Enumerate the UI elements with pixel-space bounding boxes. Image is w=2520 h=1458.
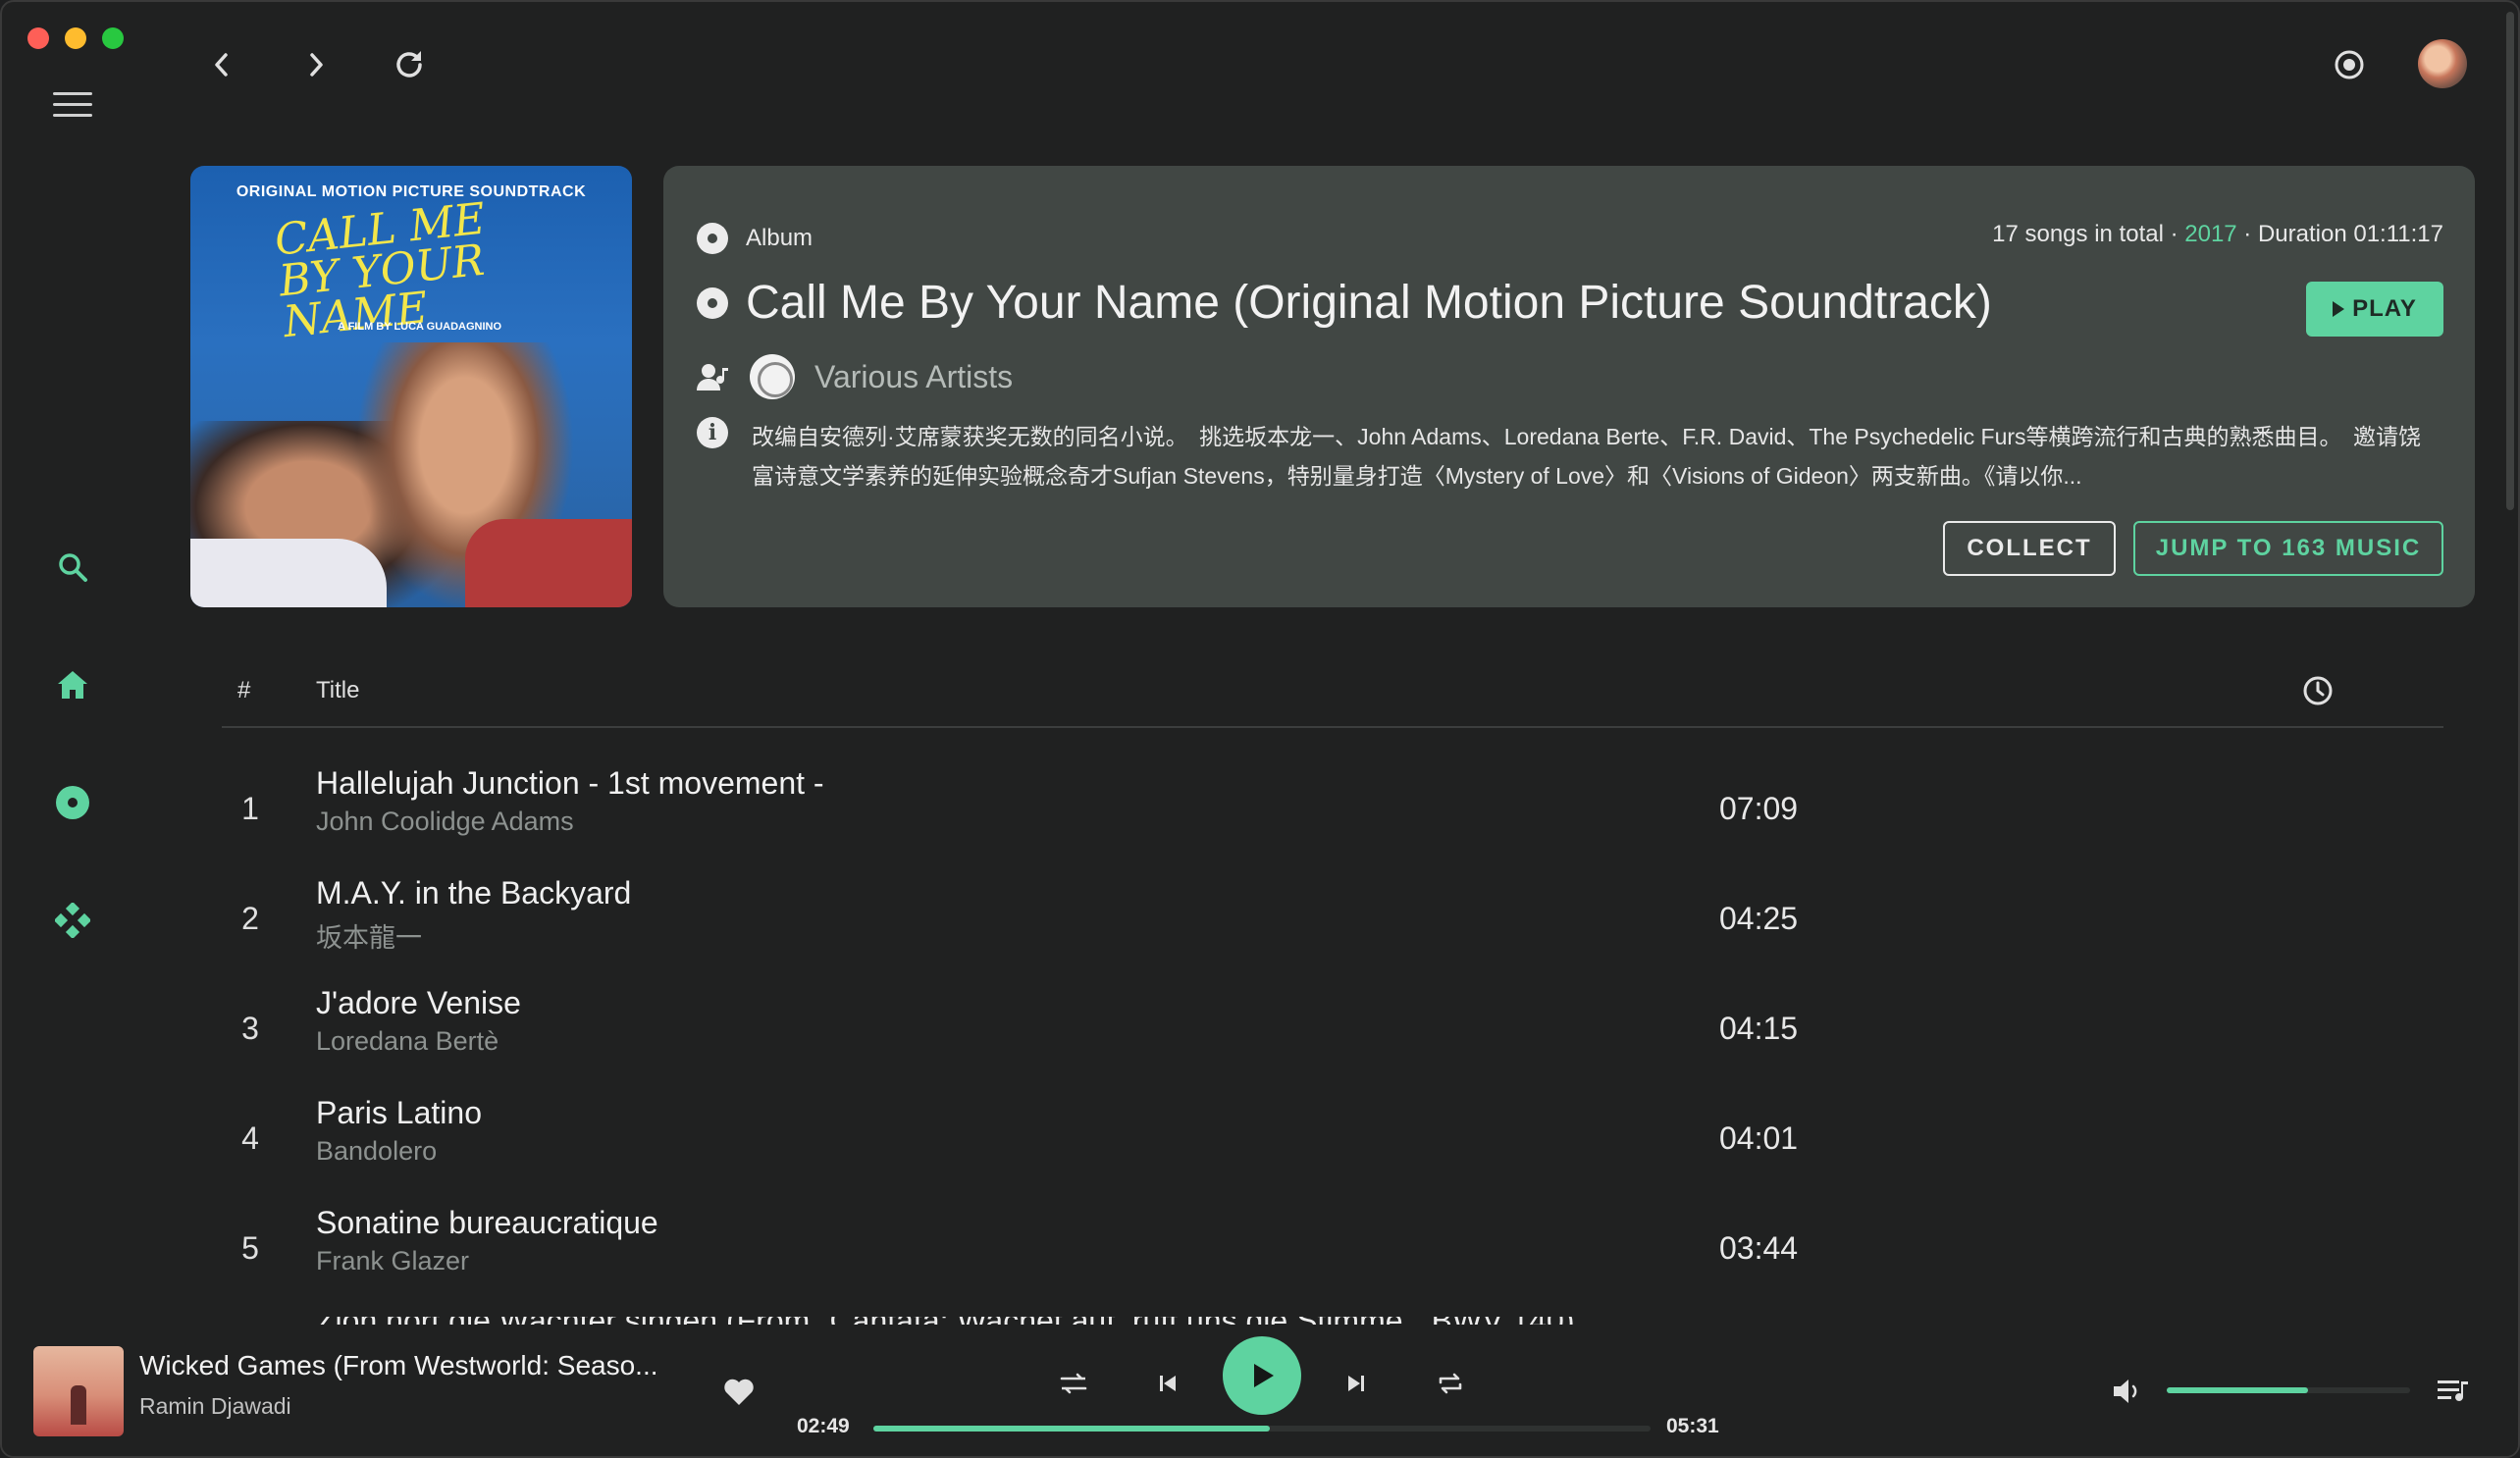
heart-icon[interactable] [722, 1376, 756, 1409]
track-number: 3 [241, 1011, 259, 1046]
track-title[interactable]: J'adore Venise [316, 985, 521, 1021]
description-row: i 改编自安德列·艾席蒙获奖无数的同名小说。 挑选坂本龙一、John Adams… [697, 417, 2443, 495]
album-year: 2017 [2184, 221, 2237, 247]
app-window: ORIGINAL MOTION PICTURE SOUNDTRACK CALL … [0, 0, 2520, 1458]
track-title[interactable]: Hallelujah Junction - 1st movement - [316, 765, 824, 802]
play-album-button[interactable]: PLAY [2306, 282, 2443, 337]
track-artist[interactable]: Bandolero [316, 1136, 437, 1167]
now-playing-cover[interactable] [33, 1346, 124, 1436]
track-number: 4 [241, 1120, 259, 1156]
jump-to-163-button[interactable]: JUMP TO 163 MUSIC [2133, 521, 2443, 576]
cover-credit-text: A FILM BY LUCA GUADAGNINO [338, 321, 502, 333]
track-duration: 07:09 [1719, 791, 1799, 826]
progress-bar[interactable] [873, 1426, 1651, 1432]
album-meta: 17 songs in total · 2017 · Duration 01:1… [1992, 221, 2443, 248]
clock-icon [2303, 676, 2333, 705]
artist-name[interactable]: Various Artists [814, 359, 1013, 395]
track-artist[interactable]: 坂本龍一 [316, 916, 422, 955]
window-controls [27, 27, 124, 49]
track-title[interactable]: M.A.Y. in the Backyard [316, 875, 631, 911]
reload-icon[interactable] [390, 45, 429, 84]
play-pause-button[interactable] [1223, 1336, 1301, 1415]
cover-top-text: ORIGINAL MOTION PICTURE SOUNDTRACK [236, 183, 587, 200]
track-row[interactable]: 1 Hallelujah Junction - 1st movement - J… [222, 761, 1831, 859]
menu-icon[interactable] [53, 92, 92, 120]
now-playing-artist[interactable]: Ramin Djawadi [139, 1393, 291, 1420]
now-playing-title[interactable]: Wicked Games (From Westworld: Seaso... [139, 1350, 658, 1381]
total-time: 05:31 [1666, 1415, 1719, 1437]
settings-icon[interactable] [2330, 45, 2369, 84]
title-disc-icon [697, 286, 728, 319]
forward-icon[interactable] [296, 45, 336, 84]
track-artist[interactable]: Loredana Bertè [316, 1026, 499, 1057]
maximize-window-button[interactable] [102, 27, 124, 49]
close-window-button[interactable] [27, 27, 49, 49]
player-bar: Wicked Games (From Westworld: Seaso... R… [2, 1325, 2518, 1456]
track-row[interactable]: 2 M.A.Y. in the Backyard 坂本龍一 04:25 [222, 871, 1831, 969]
track-row[interactable]: 4 Paris Latino Bandolero 04:01 [222, 1091, 1831, 1189]
play-icon [1254, 1364, 1274, 1387]
user-avatar[interactable] [2418, 39, 2467, 88]
repeat-icon[interactable] [1431, 1364, 1470, 1403]
collect-button[interactable]: COLLECT [1943, 521, 2116, 576]
album-info-card: Album 17 songs in total · 2017 · Duratio… [663, 166, 2475, 607]
play-label: PLAY [2352, 295, 2417, 322]
album-duration: · Duration 01:11:17 [2236, 221, 2443, 247]
album-disc-icon [697, 223, 728, 254]
header-title: Title [316, 677, 360, 703]
scrollbar[interactable] [2506, 12, 2514, 510]
info-icon: i [697, 417, 728, 448]
track-row[interactable]: 5 Sonatine bureaucratique Frank Glazer 0… [222, 1201, 1831, 1299]
back-icon[interactable] [202, 45, 241, 84]
track-artist[interactable]: Frank Glazer [316, 1246, 469, 1276]
current-time: 02:49 [797, 1415, 850, 1437]
track-duration: 04:25 [1719, 901, 1799, 936]
track-row[interactable]: 3 J'adore Venise Loredana Bertè 04:15 [222, 981, 1831, 1079]
track-number: 2 [241, 901, 259, 936]
album-title-row: Call Me By Your Name (Original Motion Pi… [697, 276, 1992, 330]
track-title[interactable]: Sonatine bureaucratique [316, 1205, 658, 1241]
minimize-window-button[interactable] [65, 27, 86, 49]
volume-icon[interactable] [2108, 1372, 2147, 1411]
volume-fill [2167, 1387, 2308, 1393]
album-description[interactable]: 改编自安德列·艾席蒙获奖无数的同名小说。 挑选坂本龙一、John Adams、L… [752, 417, 2443, 495]
track-duration: 04:15 [1719, 1011, 1799, 1046]
home-icon[interactable] [51, 663, 94, 706]
album-type-label: Album [746, 225, 814, 251]
artist-row: Various Artists [697, 354, 1013, 399]
queue-icon[interactable] [2434, 1372, 2473, 1411]
artist-icon [697, 364, 728, 391]
album-type-row: Album [697, 223, 813, 254]
track-duration: 03:44 [1719, 1230, 1799, 1266]
track-number: 5 [241, 1230, 259, 1266]
track-list-header: # Title [222, 659, 2443, 728]
album-cover: ORIGINAL MOTION PICTURE SOUNDTRACK CALL … [190, 166, 632, 607]
album-title: Call Me By Your Name (Original Motion Pi… [746, 277, 1992, 329]
diamond-icon[interactable] [51, 899, 94, 942]
search-icon[interactable] [51, 546, 94, 589]
progress-fill [873, 1426, 1270, 1432]
volume-slider[interactable] [2167, 1387, 2410, 1393]
artist-avatar[interactable] [750, 354, 795, 399]
header-number: # [237, 677, 251, 703]
songs-total: 17 songs in total · [1992, 221, 2185, 247]
next-icon[interactable] [1337, 1364, 1376, 1403]
shuffle-icon[interactable] [1054, 1364, 1093, 1403]
track-artist[interactable]: John Coolidge Adams [316, 807, 574, 837]
track-number: 1 [241, 791, 259, 826]
play-icon [2333, 301, 2345, 317]
track-title[interactable]: Paris Latino [316, 1095, 482, 1131]
previous-icon[interactable] [1148, 1364, 1187, 1403]
disc-icon[interactable] [51, 781, 94, 824]
track-duration: 04:01 [1719, 1120, 1799, 1156]
